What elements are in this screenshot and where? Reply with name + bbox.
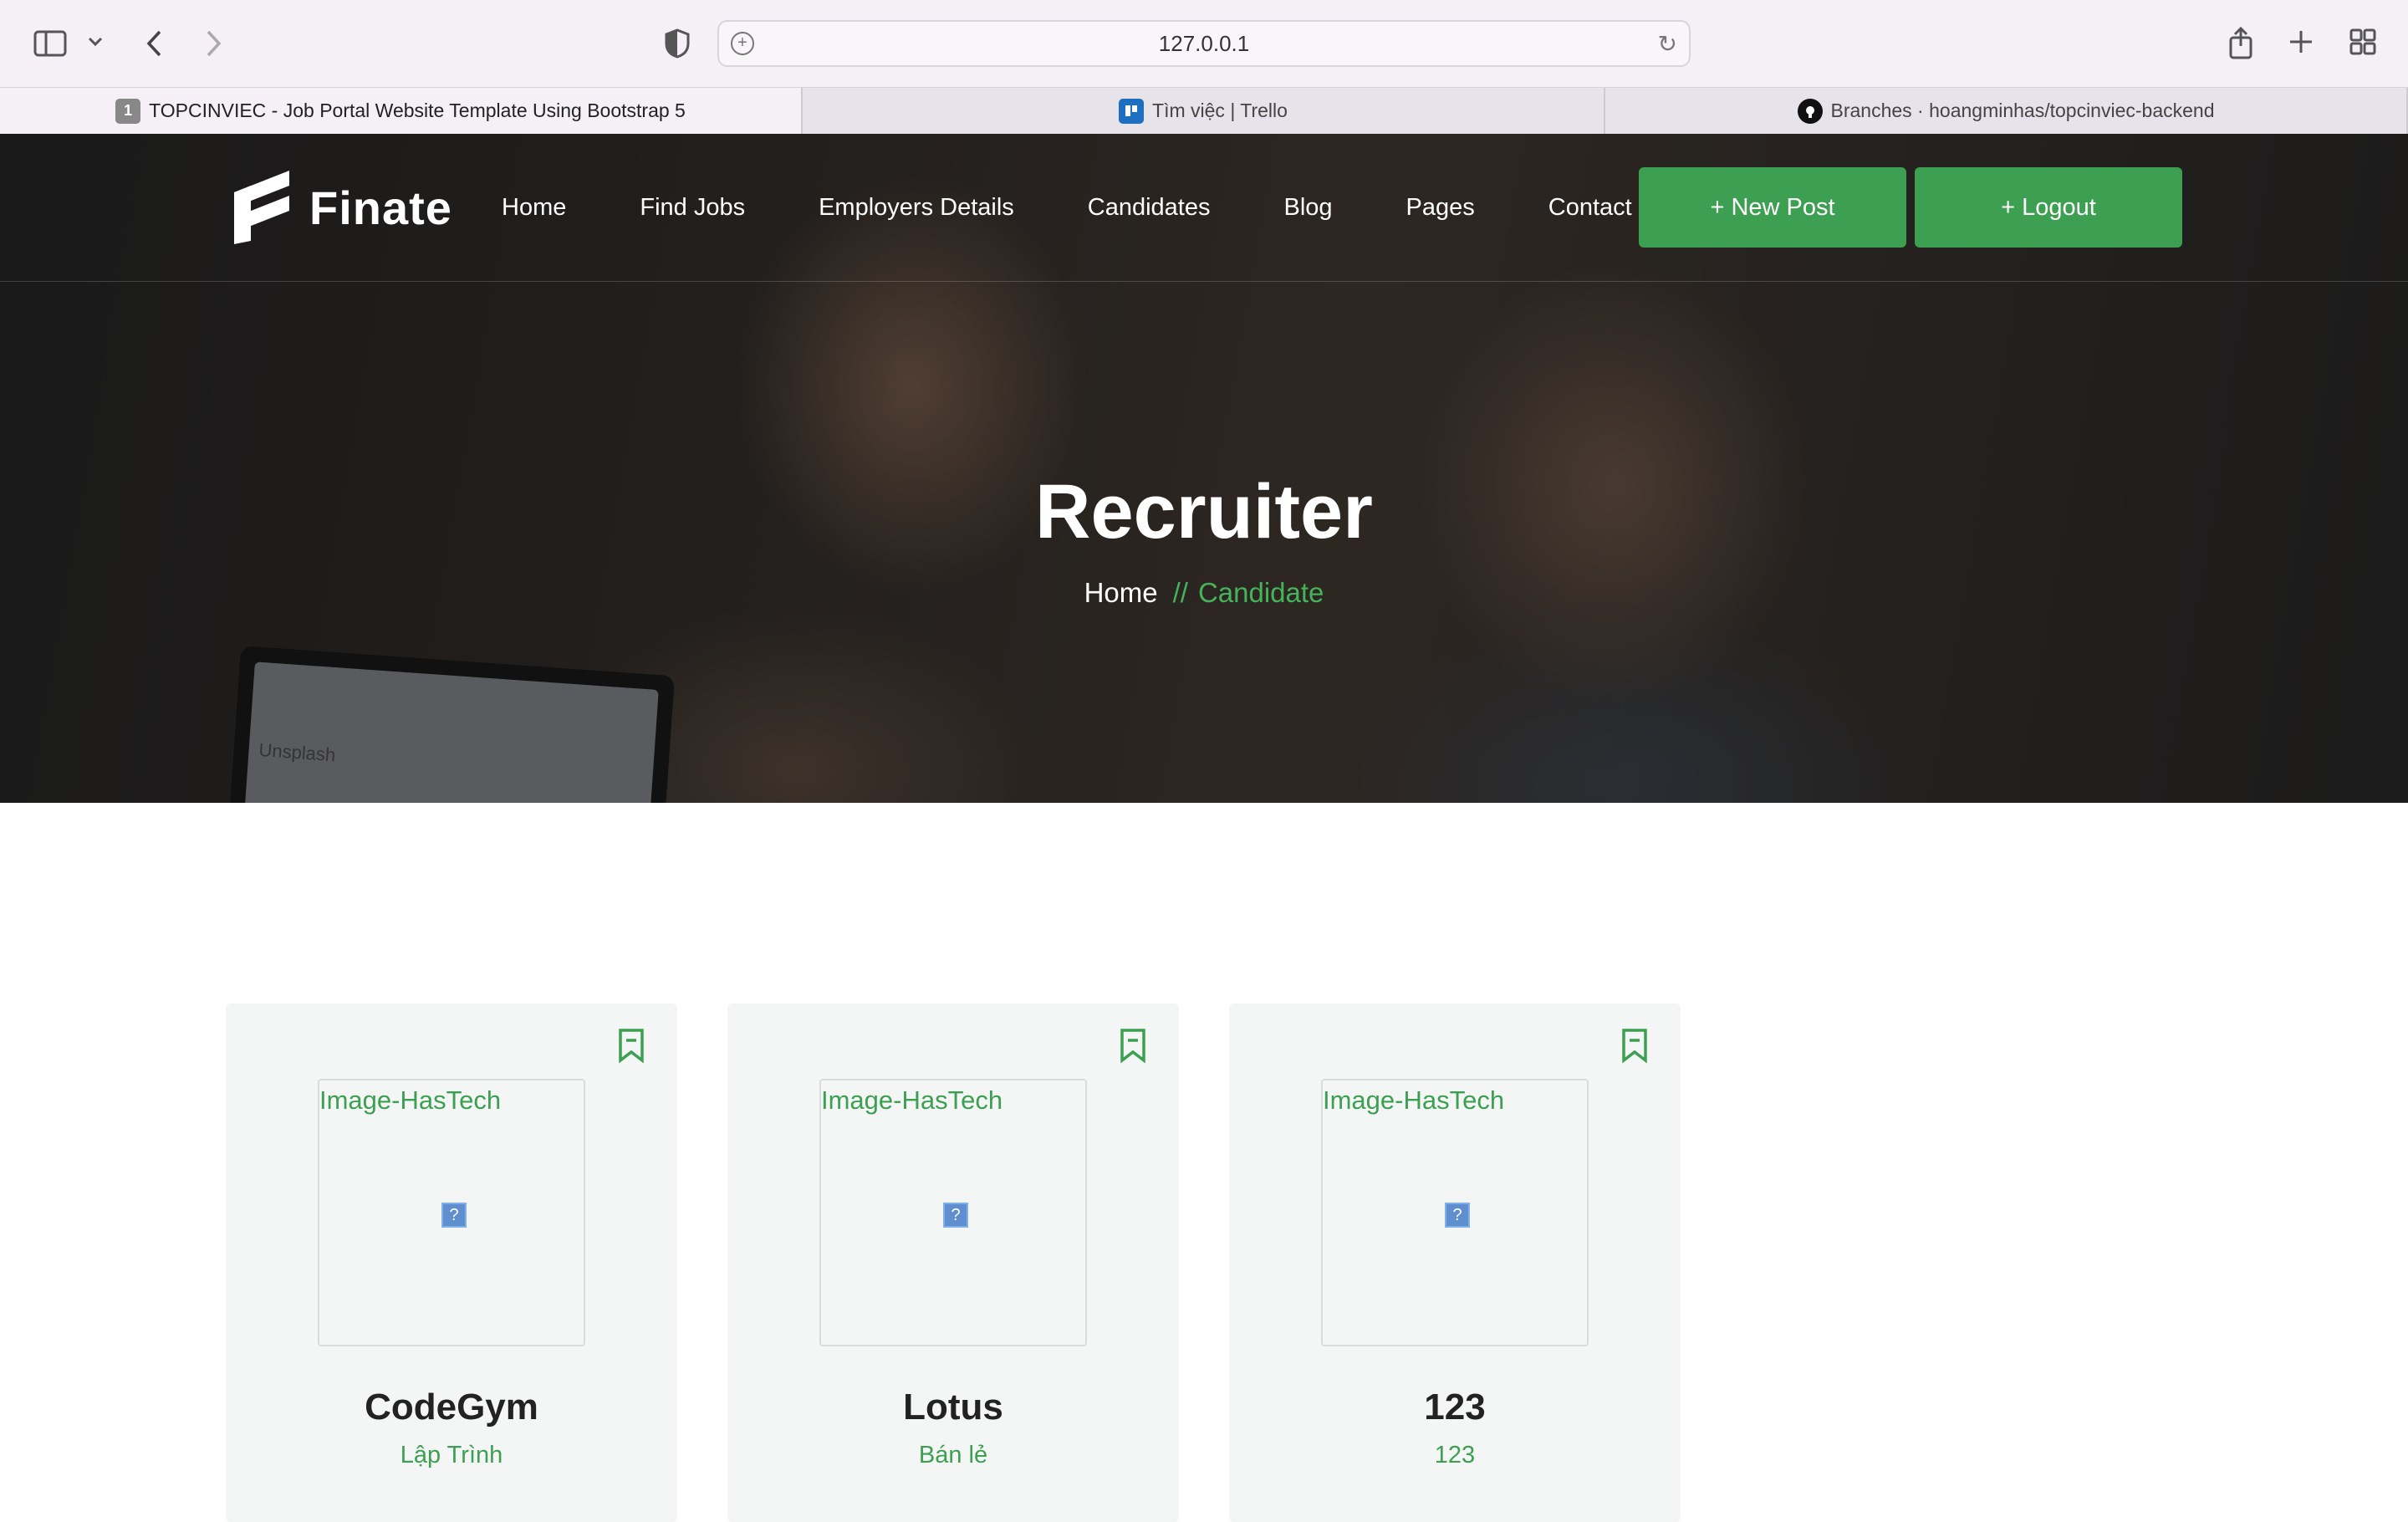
tab-trello[interactable]: Tìm việc | Trello bbox=[803, 88, 1605, 134]
new-post-button[interactable]: + New Post bbox=[1639, 167, 1906, 248]
privacy-shield-icon[interactable] bbox=[662, 27, 692, 60]
new-tab-icon[interactable] bbox=[2284, 25, 2318, 59]
broken-image-icon: ? bbox=[441, 1203, 467, 1228]
browser-toolbar: + 127.0.0.1 ↻ bbox=[0, 0, 2408, 87]
main-menu: Home Find Jobs Employers Details Candida… bbox=[502, 194, 1706, 222]
image-alt-text: Image-HasTech bbox=[319, 1085, 502, 1115]
nav-contact[interactable]: Contact bbox=[1548, 194, 1632, 222]
nav-home[interactable]: Home bbox=[502, 194, 566, 222]
recruiter-card[interactable]: Image-HasTech ? 123 123 bbox=[1229, 1004, 1681, 1522]
nav-employers-details[interactable]: Employers Details bbox=[819, 194, 1014, 222]
nav-candidates[interactable]: Candidates bbox=[1088, 194, 1211, 222]
tab-github[interactable]: Branches · hoangminhas/topcinviec-backen… bbox=[1605, 88, 2408, 134]
breadcrumb-separator: // bbox=[1172, 577, 1188, 608]
image-alt-text: Image-HasTech bbox=[821, 1085, 1003, 1115]
breadcrumb-current: Candidate bbox=[1197, 577, 1324, 608]
company-logo: Image-HasTech ? bbox=[318, 1079, 585, 1346]
bookmark-icon[interactable] bbox=[1119, 1027, 1147, 1064]
github-icon bbox=[1797, 98, 1823, 124]
broken-image-icon: ? bbox=[943, 1203, 968, 1228]
company-logo: Image-HasTech ? bbox=[1321, 1079, 1589, 1346]
tab-badge: 1 bbox=[115, 98, 141, 124]
company-name[interactable]: 123 bbox=[1229, 1387, 1681, 1428]
tab-topcinviec[interactable]: 1 TOPCINVIEC - Job Portal Website Templa… bbox=[0, 88, 803, 134]
company-category: 123 bbox=[1434, 1442, 1476, 1468]
image-alt-text: Image-HasTech bbox=[1323, 1085, 1505, 1115]
share-icon[interactable] bbox=[2224, 23, 2258, 62]
company-logo: Image-HasTech ? bbox=[819, 1079, 1087, 1346]
chevron-down-icon[interactable] bbox=[84, 30, 107, 54]
recruiter-card[interactable]: Image-HasTech ? CodeGym Lập Trình bbox=[226, 1004, 677, 1522]
company-name[interactable]: Lotus bbox=[727, 1387, 1179, 1428]
breadcrumb-home[interactable]: Home bbox=[1084, 577, 1158, 608]
nav-blog[interactable]: Blog bbox=[1284, 194, 1333, 222]
company-category: Lập Trình bbox=[400, 1442, 503, 1468]
nav-pages[interactable]: Pages bbox=[1406, 194, 1475, 222]
page-title: Recruiter bbox=[1035, 469, 1373, 554]
url-text: 127.0.0.1 bbox=[1158, 30, 1250, 56]
hero-banner: Unsplash Finate Home Find Jobs Employers… bbox=[0, 134, 2408, 803]
site-logo[interactable]: Finate bbox=[226, 167, 452, 248]
site-settings-icon[interactable]: + bbox=[731, 32, 754, 55]
forward-icon[interactable] bbox=[199, 25, 229, 62]
bookmark-icon[interactable] bbox=[1620, 1027, 1649, 1064]
tab-bar: 1 TOPCINVIEC - Job Portal Website Templa… bbox=[0, 87, 2408, 134]
tab-title: Tìm việc | Trello bbox=[1152, 100, 1288, 121]
recruiter-card[interactable]: Image-HasTech ? Lotus Bán lẻ bbox=[727, 1004, 1179, 1522]
logo-icon bbox=[234, 171, 289, 244]
address-bar[interactable]: + 127.0.0.1 ↻ bbox=[717, 20, 1691, 67]
breadcrumb: Home // Candidate bbox=[0, 577, 2408, 609]
site-navbar: Finate Home Find Jobs Employers Details … bbox=[0, 134, 2408, 282]
company-name[interactable]: CodeGym bbox=[226, 1387, 677, 1428]
broken-image-icon: ? bbox=[1445, 1203, 1470, 1228]
sidebar-toggle-icon[interactable] bbox=[32, 25, 69, 62]
nav-find-jobs[interactable]: Find Jobs bbox=[640, 194, 745, 222]
tab-title: TOPCINVIEC - Job Portal Website Template… bbox=[149, 100, 686, 121]
bookmark-icon[interactable] bbox=[617, 1027, 645, 1064]
trello-icon bbox=[1119, 98, 1145, 124]
back-icon[interactable] bbox=[139, 25, 169, 62]
logo-text: Finate bbox=[309, 181, 452, 234]
tab-title: Branches · hoangminhas/topcinviec-backen… bbox=[1830, 100, 2215, 121]
tab-overview-icon[interactable] bbox=[2346, 25, 2380, 59]
logout-button[interactable]: + Logout bbox=[1915, 167, 2182, 248]
company-category: Bán lẻ bbox=[918, 1442, 988, 1468]
reload-icon[interactable]: ↻ bbox=[1658, 30, 1677, 58]
